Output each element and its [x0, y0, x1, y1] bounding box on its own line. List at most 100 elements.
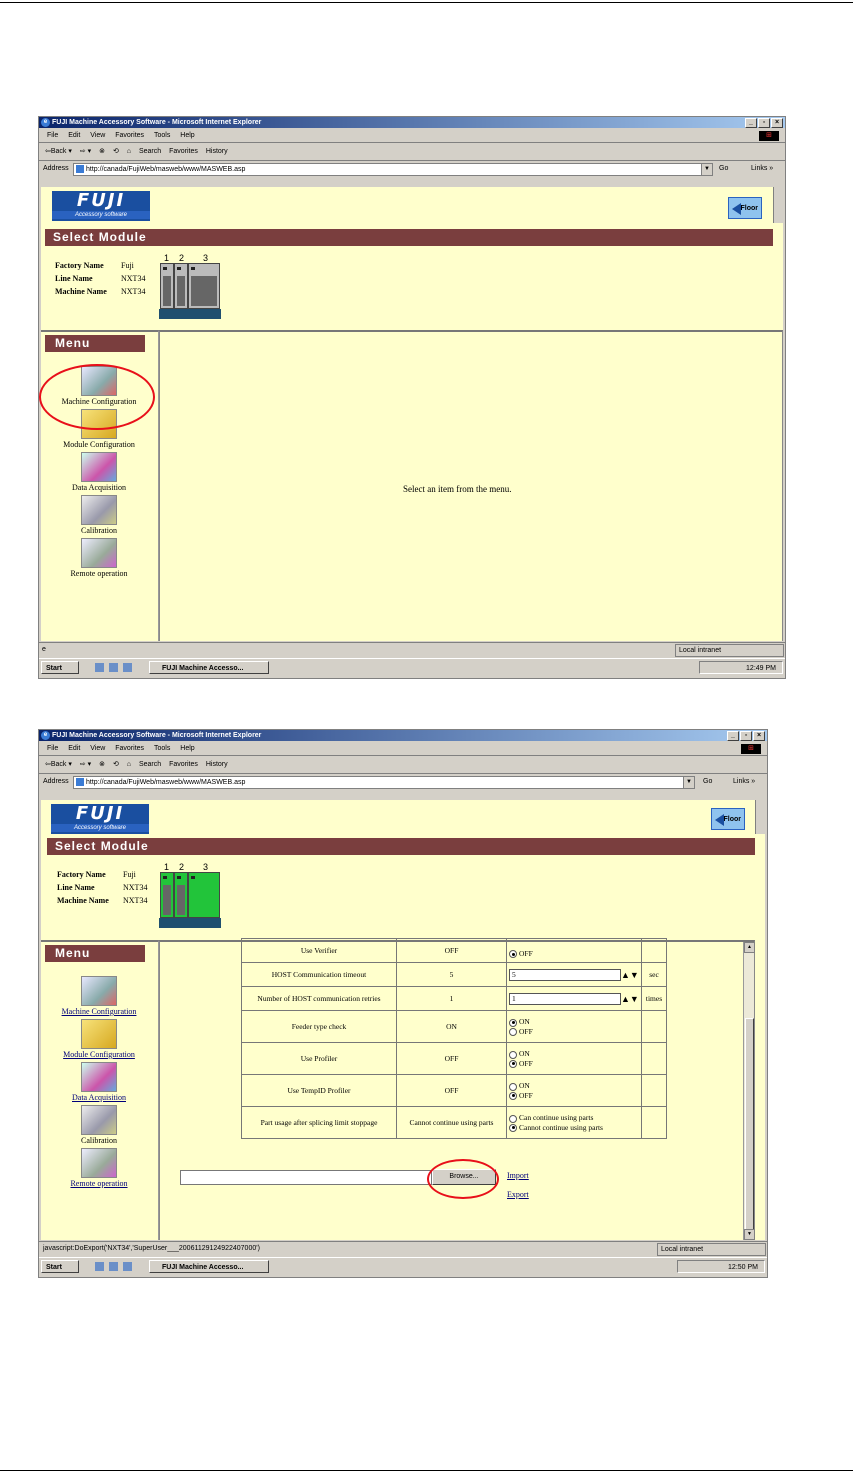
url-field[interactable]: http://canada/FujiWeb/masweb/www/MASWEB.…: [73, 163, 713, 176]
url-field[interactable]: http://canada/FujiWeb/masweb/www/MASWEB.…: [73, 776, 695, 789]
taskbar-ie-window[interactable]: FUJI Machine Accesso...: [149, 661, 269, 674]
links-button[interactable]: Links »: [733, 774, 755, 789]
menu-help[interactable]: Help: [180, 132, 194, 139]
maximize-button[interactable]: ▫: [740, 731, 752, 741]
quicklaunch-outlook-icon[interactable]: [123, 663, 132, 672]
system-tray: 12:49 PM: [699, 661, 783, 674]
module-diagram: 1 2 3: [159, 253, 224, 319]
forward-button[interactable]: ⇨ ▾: [80, 761, 91, 768]
search-button[interactable]: Search: [139, 148, 161, 155]
close-button[interactable]: ×: [771, 118, 783, 128]
home-icon[interactable]: ⌂: [127, 148, 131, 155]
radio-off[interactable]: [509, 1027, 517, 1036]
menu-calibration[interactable]: Calibration: [43, 1105, 155, 1145]
radio-off[interactable]: [509, 1091, 517, 1100]
export-link[interactable]: Export: [507, 1190, 529, 1199]
retries-input[interactable]: 1: [509, 992, 621, 1005]
refresh-icon[interactable]: ⟲: [113, 761, 119, 768]
import-link[interactable]: Import: [507, 1171, 529, 1180]
module-1[interactable]: [160, 263, 174, 309]
taskbar-ie-window[interactable]: FUJI Machine Accesso...: [149, 1260, 269, 1273]
logo-subtitle: Accessory software: [52, 211, 150, 219]
close-button[interactable]: ×: [753, 731, 765, 741]
stepper-icon[interactable]: ▲▼: [621, 970, 639, 980]
quicklaunch-desktop-icon[interactable]: [95, 1262, 104, 1271]
refresh-icon[interactable]: ⟲: [113, 148, 119, 155]
status-bar-2: javascript:DoExport('NXT34','SuperUser__…: [39, 1241, 767, 1256]
minimize-button[interactable]: _: [727, 731, 739, 741]
module-2[interactable]: [174, 263, 188, 309]
timeout-input[interactable]: 5: [509, 968, 621, 981]
module-2[interactable]: [174, 872, 188, 918]
menu-remote-operation[interactable]: Remote operation: [43, 1148, 155, 1188]
menu-tools[interactable]: Tools: [154, 745, 170, 752]
start-button[interactable]: Start: [41, 661, 79, 674]
maximize-button[interactable]: ▫: [758, 118, 770, 128]
back-arrow-icon: [715, 814, 724, 826]
history-button[interactable]: History: [206, 148, 228, 155]
radio-on[interactable]: [509, 1018, 517, 1027]
radio-on[interactable]: [509, 1082, 517, 1091]
menu-calibration[interactable]: Calibration: [43, 495, 155, 535]
radio-can-continue[interactable]: [509, 1114, 517, 1123]
stop-icon[interactable]: ⊗: [99, 761, 105, 768]
back-button[interactable]: ⇦Back ▾: [45, 148, 72, 155]
stepper-icon[interactable]: ▲▼: [621, 994, 639, 1004]
module-3[interactable]: [188, 872, 220, 918]
quicklaunch-outlook-icon[interactable]: [123, 1262, 132, 1271]
module-3[interactable]: [188, 263, 220, 309]
menu-edit[interactable]: Edit: [68, 132, 80, 139]
menu-file[interactable]: File: [47, 745, 58, 752]
address-dropdown[interactable]: ▼: [683, 776, 695, 789]
radio-off[interactable]: [509, 1059, 517, 1068]
machine-value: NXT34: [121, 287, 146, 296]
floor-button[interactable]: Floor: [728, 197, 762, 219]
header-scrollbar[interactable]: [773, 187, 783, 223]
radio-off[interactable]: [509, 950, 517, 959]
stop-icon[interactable]: ⊗: [99, 148, 105, 155]
radio-on[interactable]: [509, 1050, 517, 1059]
menu-tools[interactable]: Tools: [154, 132, 170, 139]
module-1[interactable]: [160, 872, 174, 918]
menu-machine-configuration[interactable]: Machine Configuration: [43, 976, 155, 1016]
address-dropdown[interactable]: ▼: [701, 163, 713, 176]
data-acquisition-icon: [81, 452, 117, 482]
menu-favorites[interactable]: Favorites: [115, 745, 144, 752]
search-button[interactable]: Search: [139, 761, 161, 768]
favorites-button[interactable]: Favorites: [169, 148, 198, 155]
main-scrollbar[interactable]: ▲ ▼: [743, 942, 755, 1240]
table-row: Part usage after splicing limit stoppage…: [241, 1106, 667, 1139]
menu-help[interactable]: Help: [180, 745, 194, 752]
minimize-button[interactable]: _: [745, 118, 757, 128]
menu-edit[interactable]: Edit: [68, 745, 80, 752]
menu-data-acquisition[interactable]: Data Acquisition: [43, 452, 155, 492]
scroll-thumb[interactable]: [745, 1018, 754, 1230]
quicklaunch-desktop-icon[interactable]: [95, 663, 104, 672]
forward-button[interactable]: ⇨ ▾: [80, 148, 91, 155]
import-file-input[interactable]: [180, 1170, 432, 1185]
setting-name: Part usage after splicing limit stoppage: [241, 1106, 397, 1139]
menu-view[interactable]: View: [90, 745, 105, 752]
home-icon[interactable]: ⌂: [127, 761, 131, 768]
menu-data-acquisition[interactable]: Data Acquisition: [43, 1062, 155, 1102]
scroll-down-icon[interactable]: ▼: [744, 1229, 755, 1240]
go-button[interactable]: Go: [719, 161, 728, 176]
menu-file[interactable]: File: [47, 132, 58, 139]
quicklaunch-ie-icon[interactable]: [109, 1262, 118, 1271]
menu-favorites[interactable]: Favorites: [115, 132, 144, 139]
quicklaunch-ie-icon[interactable]: [109, 663, 118, 672]
floor-button[interactable]: Floor: [711, 808, 745, 830]
unit-cell: times: [641, 986, 667, 1011]
menu-module-configuration[interactable]: Module Configuration: [43, 1019, 155, 1059]
go-button[interactable]: Go: [703, 774, 712, 789]
menu-remote-operation[interactable]: Remote operation: [43, 538, 155, 578]
scroll-up-icon[interactable]: ▲: [744, 942, 755, 953]
header-scrollbar[interactable]: [755, 800, 765, 834]
radio-cannot-continue[interactable]: [509, 1123, 517, 1132]
links-button[interactable]: Links »: [751, 161, 773, 176]
back-button[interactable]: ⇦Back ▾: [45, 761, 72, 768]
start-button[interactable]: Start: [41, 1260, 79, 1273]
favorites-button[interactable]: Favorites: [169, 761, 198, 768]
history-button[interactable]: History: [206, 761, 228, 768]
menu-view[interactable]: View: [90, 132, 105, 139]
